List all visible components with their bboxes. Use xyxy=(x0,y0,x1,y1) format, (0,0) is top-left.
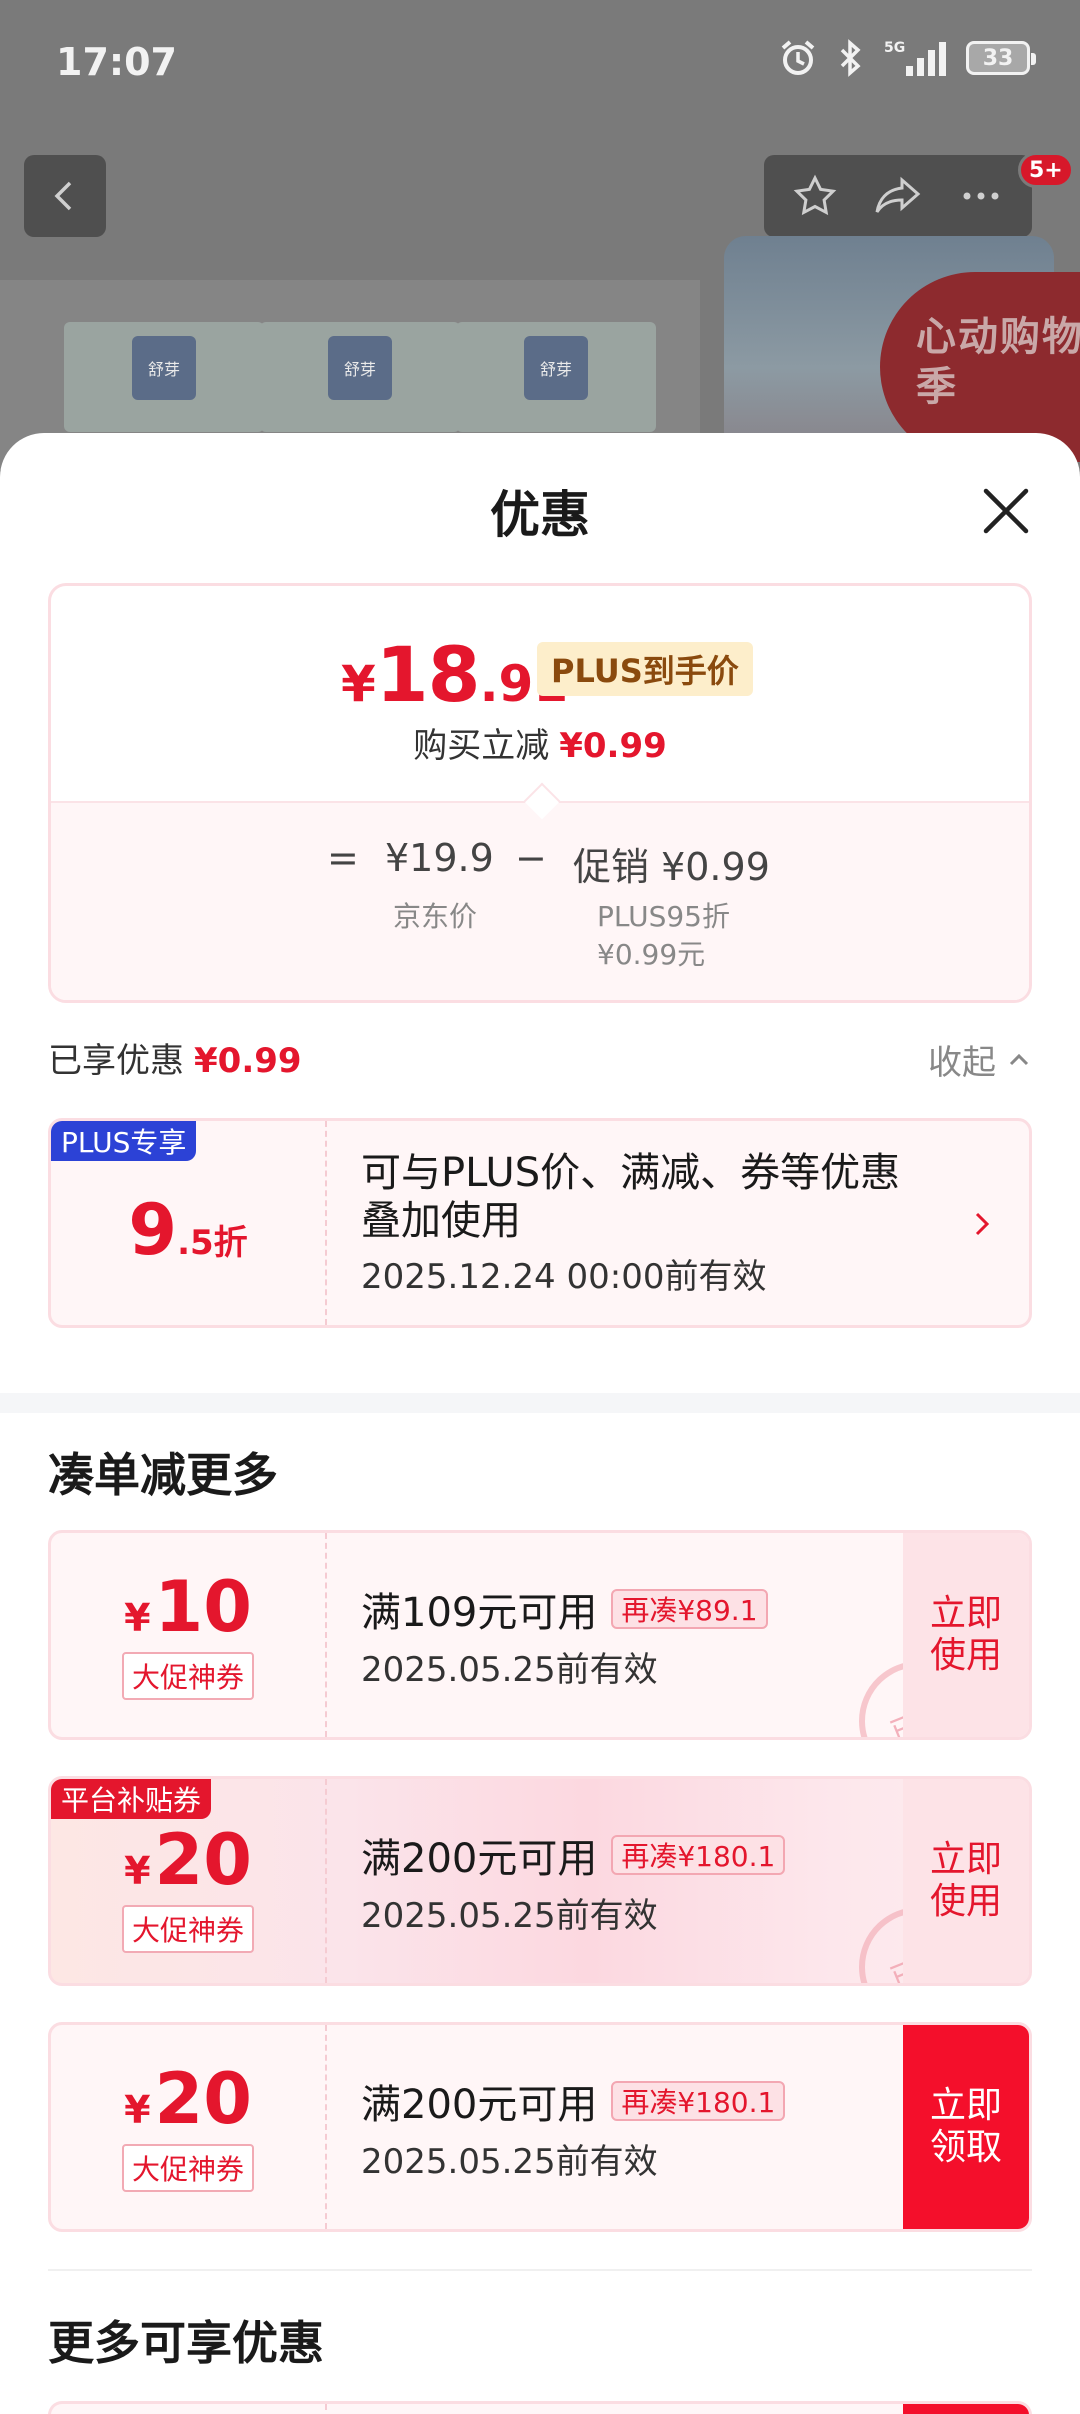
discount-sheet: 优惠 ¥ 18 .91 PLUS到手价 购买立减 ¥0.99 = ¥19.9 − … xyxy=(0,433,1080,2414)
status-icons: 5G 33 xyxy=(778,38,1036,78)
tissue-pack-image: 舒芽 xyxy=(260,322,460,432)
price-breakdown-card: ¥ 18 .91 PLUS到手价 购买立减 ¥0.99 = ¥19.9 − 促销 … xyxy=(48,583,1032,1003)
coupon-gap-badge: 再凑¥180.1 xyxy=(611,2080,786,2121)
jd-price: ¥19.9 xyxy=(385,836,494,880)
signal-5g-icon: 5G xyxy=(884,40,946,76)
more-icon[interactable] xyxy=(957,172,1005,220)
equals-sign: = xyxy=(327,836,359,880)
coupon-card[interactable]: ¥20 大促神券 满200元可用 再凑¥180.1 2025.05.25前有效 立… xyxy=(48,2022,1032,2232)
status-bar: 17:07 5G 33 xyxy=(0,0,1080,120)
top-action-bar xyxy=(764,155,1032,237)
plus-exclusive-card[interactable]: PLUS专享 9 .5折 可与PLUS价、满减、券等优惠 叠加使用 2025.1… xyxy=(48,1118,1032,1328)
section-separator xyxy=(0,1393,1080,1413)
coupon-info: 满109元可用 再凑¥89.1 2025.05.25前有效 xyxy=(361,1533,768,1737)
tissue-pack-image: 舒芽 xyxy=(64,322,264,432)
plus-discount-rate: 9 .5折 xyxy=(128,1189,248,1271)
battery-icon: 33 xyxy=(966,41,1036,75)
collapse-button[interactable]: 收起 xyxy=(928,1035,1032,1084)
coupon-gap-badge: 再凑¥180.1 xyxy=(611,1834,786,1875)
close-icon[interactable] xyxy=(976,481,1036,541)
coupon-card[interactable]: ¥10 大促神券 满109元可用再凑¥89.1 2025.05.25前有效 已领… xyxy=(48,1530,1032,1740)
section-title-more: 更多可享优惠 xyxy=(48,2316,324,2370)
coupon-info: 满200元可用 再凑¥180.1 2025.05.25前有效 xyxy=(361,2025,786,2229)
chevron-up-icon xyxy=(1009,1053,1029,1065)
status-time: 17:07 xyxy=(56,40,177,84)
plus-price-tag: PLUS到手价 xyxy=(537,642,753,696)
chevron-right-icon xyxy=(975,1212,990,1236)
alarm-icon xyxy=(781,40,815,75)
price-calc-area xyxy=(51,801,1029,1000)
claim-coupon-button[interactable]: 立即 领取 xyxy=(903,2025,1029,2229)
chevron-left-icon xyxy=(54,181,72,211)
minus-sign: − xyxy=(515,836,547,880)
use-coupon-button[interactable]: 立即 使用 xyxy=(903,1779,1029,1983)
coupon-card-partial[interactable] xyxy=(48,2401,1032,2414)
coupon-info: 满200元可用 再凑¥180.1 2025.05.25前有效 xyxy=(361,1779,786,1983)
promo-caption-value: ¥0.99元 xyxy=(597,938,706,971)
instant-reduction: 购买立减 ¥0.99 xyxy=(413,726,667,766)
back-button[interactable] xyxy=(24,155,106,237)
partial-action-button[interactable] xyxy=(903,2404,1029,2414)
final-price: ¥ 18 .91 xyxy=(341,630,569,719)
coupon-gap-badge: 再凑¥89.1 xyxy=(611,1588,768,1629)
promo-caption: PLUS95折 xyxy=(597,900,730,933)
coupon-card[interactable]: 平台补贴券 ¥20 大促神券 满200元可用 再凑¥180.1 2025.05.2… xyxy=(48,1776,1032,1986)
use-coupon-button[interactable]: 立即 使用 xyxy=(903,1533,1029,1737)
svg-text:5G: 5G xyxy=(884,40,905,56)
notification-badge: 5+ xyxy=(1018,152,1074,188)
tissue-pack-image: 舒芽 xyxy=(456,322,656,432)
share-icon[interactable] xyxy=(872,172,924,220)
plus-discount-desc: 可与PLUS价、满减、券等优惠 叠加使用 2025.12.24 00:00前有效 xyxy=(361,1149,901,1297)
enjoyed-discount: 已享优惠 ¥0.99 xyxy=(48,1041,302,1081)
coupon-value: ¥20 大促神券 xyxy=(51,2025,325,2229)
sheet-title: 优惠 xyxy=(490,486,590,544)
star-icon[interactable] xyxy=(791,172,839,220)
section-title-combine: 凑单减更多 xyxy=(48,1448,278,1502)
coupon-value: ¥20 大促神券 xyxy=(51,1779,325,1983)
bluetooth-icon xyxy=(840,39,861,77)
promo-amount: 促销 ¥0.99 xyxy=(573,845,770,889)
jd-price-caption: 京东价 xyxy=(393,900,478,933)
divider xyxy=(48,2269,1032,2271)
coupon-value: ¥10 大促神券 xyxy=(51,1533,325,1737)
